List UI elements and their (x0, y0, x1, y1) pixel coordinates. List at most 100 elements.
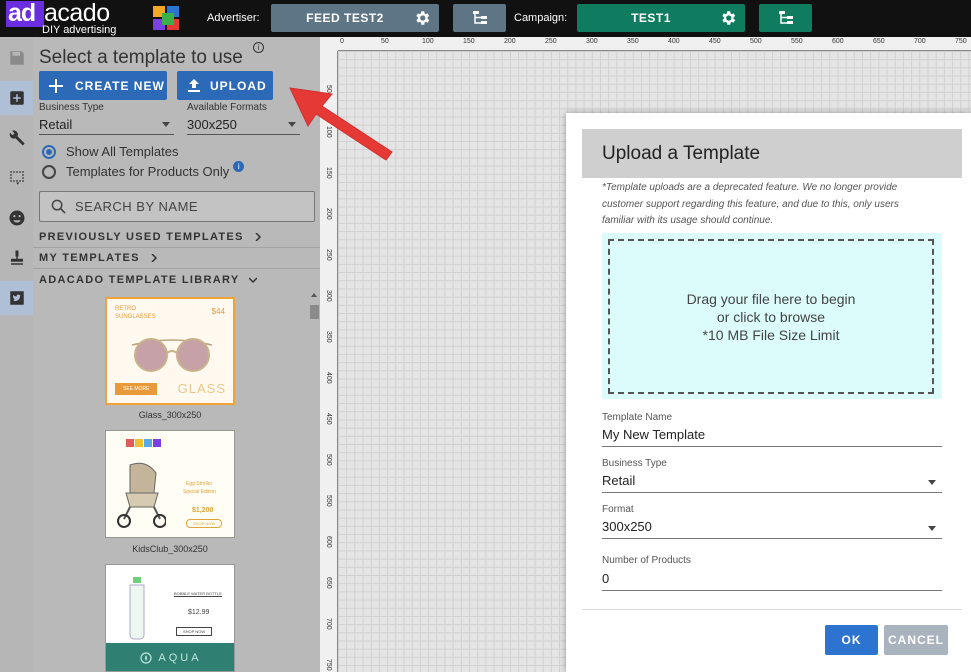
ruler-top-label: 750 (955, 38, 967, 45)
aqua-brand: AQUA (158, 652, 202, 664)
campaign-label: Campaign: (514, 12, 568, 24)
advertiser-selector[interactable]: FEED TEST2 (271, 4, 439, 32)
section-template-library[interactable]: ADACADO TEMPLATE LIBRARY (33, 269, 320, 290)
ruler-left-label: 600 (325, 536, 332, 548)
radio-show-all-label: Show All Templates (66, 144, 179, 159)
ruler-top-label: 550 (791, 38, 803, 45)
rail-twitter[interactable] (0, 281, 33, 315)
advertiser-value: FEED TEST2 (306, 11, 384, 25)
ruler-top-label: 700 (914, 38, 926, 45)
template-thumb-aqua[interactable]: BOBBLE WATER BOTTLE $12.99 SHOP NOW AQUA (105, 564, 235, 672)
upload-template-dialog: Upload a Template *Template uploads are … (566, 113, 971, 672)
business-type-select[interactable]: Retail (39, 117, 174, 135)
dialog-divider (582, 609, 962, 610)
template-name-glass: Glass_300x250 (138, 410, 202, 420)
search-placeholder: SEARCH BY NAME (75, 199, 199, 214)
ruler-top-label: 600 (832, 38, 844, 45)
create-new-label: CREATE NEW (75, 78, 165, 93)
create-new-button[interactable]: CREATE NEW (39, 71, 167, 100)
campaign-value: TEST1 (631, 11, 671, 25)
rail-tools[interactable] (0, 121, 33, 155)
template-panel: Select a template to use i CREATE NEW UP… (33, 37, 320, 672)
advertiser-hierarchy-button[interactable] (453, 4, 506, 32)
section-my-templates[interactable]: MY TEMPLATES (33, 248, 320, 269)
rail-select[interactable] (0, 161, 33, 195)
ruler-top-label: 250 (545, 38, 557, 45)
logo-acado: acado (44, 0, 110, 27)
ruler-top-label: 450 (709, 38, 721, 45)
logo-tagline: DIY advertising (42, 24, 117, 36)
info-badge-icon[interactable]: i (233, 161, 245, 172)
kidsclub-logo-icon (126, 439, 162, 449)
radio-show-all[interactable]: Show All Templates (42, 144, 179, 159)
info-icon[interactable]: i (253, 42, 264, 53)
ruler-top-label: 500 (750, 38, 762, 45)
upload-button[interactable]: UPLOAD (177, 71, 273, 100)
kidsclub-price: $1,200 (192, 507, 214, 514)
rail-add[interactable] (0, 81, 33, 115)
rail-stamp[interactable] (0, 241, 33, 275)
ruler-top-label: 300 (586, 38, 598, 45)
cancel-button[interactable]: CANCEL (884, 625, 948, 655)
campaign-hierarchy-button[interactable] (759, 4, 812, 32)
format-select[interactable]: 300x250 (602, 519, 942, 539)
kidsclub-line1: Egg Stroller (186, 481, 213, 487)
campaign-gear-icon[interactable] (719, 9, 737, 27)
ruler-top-label: 0 (340, 38, 344, 45)
tools-icon (9, 130, 24, 146)
ruler-top-label: 100 (422, 38, 434, 45)
deprecation-note: *Template uploads are a deprecated featu… (602, 182, 899, 226)
search-box[interactable]: SEARCH BY NAME (39, 191, 315, 222)
scrollbar-thumb[interactable] (310, 305, 319, 319)
business-type-label: Business Type (39, 102, 104, 113)
ruler-top-label: 350 (627, 38, 639, 45)
ruler-left-label: 350 (325, 331, 332, 343)
ruler-left-label: 300 (325, 290, 332, 302)
ruler-left-label: 450 (325, 413, 332, 425)
ruler-left-label: 200 (325, 208, 332, 220)
stroller-image (117, 462, 166, 528)
add-icon (9, 91, 24, 105)
advertiser-gear-icon[interactable] (413, 9, 431, 27)
logo-ad: ad (6, 1, 44, 27)
template-name-input[interactable]: My New Template (602, 427, 942, 447)
rail-emoji[interactable] (0, 201, 33, 235)
business-type-value: Retail (39, 117, 73, 132)
stamp-icon (10, 250, 23, 265)
upload-icon (188, 78, 200, 92)
save-icon (9, 51, 24, 65)
aqua-cta: SHOP NOW (176, 627, 213, 636)
kidsclub-cta: SHOP NOW (186, 519, 223, 528)
aqua-footer: AQUA (106, 643, 234, 671)
ok-button[interactable]: OK (825, 625, 878, 655)
aqua-title: BOBBLE WATER BOTTLE (174, 591, 222, 597)
section-previously-used[interactable]: PREVIOUSLY USED TEMPLATES (33, 227, 320, 248)
template-thumb-glass[interactable]: RETRO SUNGLASSES $44 SEE MORE GLASS (105, 297, 235, 405)
section-my-templates-label: MY TEMPLATES (39, 252, 140, 264)
radio-unselected-icon[interactable] (42, 164, 56, 179)
top-bar: ad acado DIY advertising Advertiser: FEE… (0, 0, 971, 37)
radio-products-only[interactable]: Templates for Products Only i (42, 161, 245, 179)
drop-zone-border[interactable]: Drag your file here to begin or click to… (608, 239, 934, 394)
dropdown-caret-icon (928, 480, 936, 485)
format-value: 300x250 (602, 519, 652, 534)
water-bottle-image (129, 577, 145, 640)
twitter-icon (9, 291, 24, 305)
apps-grid-icon[interactable] (153, 6, 183, 32)
file-drop-zone[interactable]: Drag your file here to begin or click to… (602, 233, 942, 399)
radio-selected-icon[interactable] (42, 144, 56, 159)
drop-line-3: *10 MB File Size Limit (702, 326, 840, 343)
kidsclub-line2: Special Edition (183, 489, 217, 495)
ruler-left-label: 550 (325, 495, 332, 507)
scroll-up-icon[interactable] (311, 293, 317, 297)
template-thumb-kidsclub[interactable]: Egg Stroller Special Edition $1,200 SHOP… (105, 430, 235, 538)
format-label: Format (602, 504, 634, 515)
adacado-logo[interactable]: ad acado DIY advertising (6, 0, 128, 37)
products-input[interactable]: 0 (602, 571, 942, 591)
formats-value: 300x250 (187, 117, 237, 132)
formats-label: Available Formats (187, 102, 267, 113)
glass-cta: SEE MORE (115, 383, 158, 395)
campaign-selector[interactable]: TEST1 (577, 4, 745, 32)
rail-save[interactable] (0, 41, 33, 75)
business-type-select[interactable]: Retail (602, 473, 942, 493)
